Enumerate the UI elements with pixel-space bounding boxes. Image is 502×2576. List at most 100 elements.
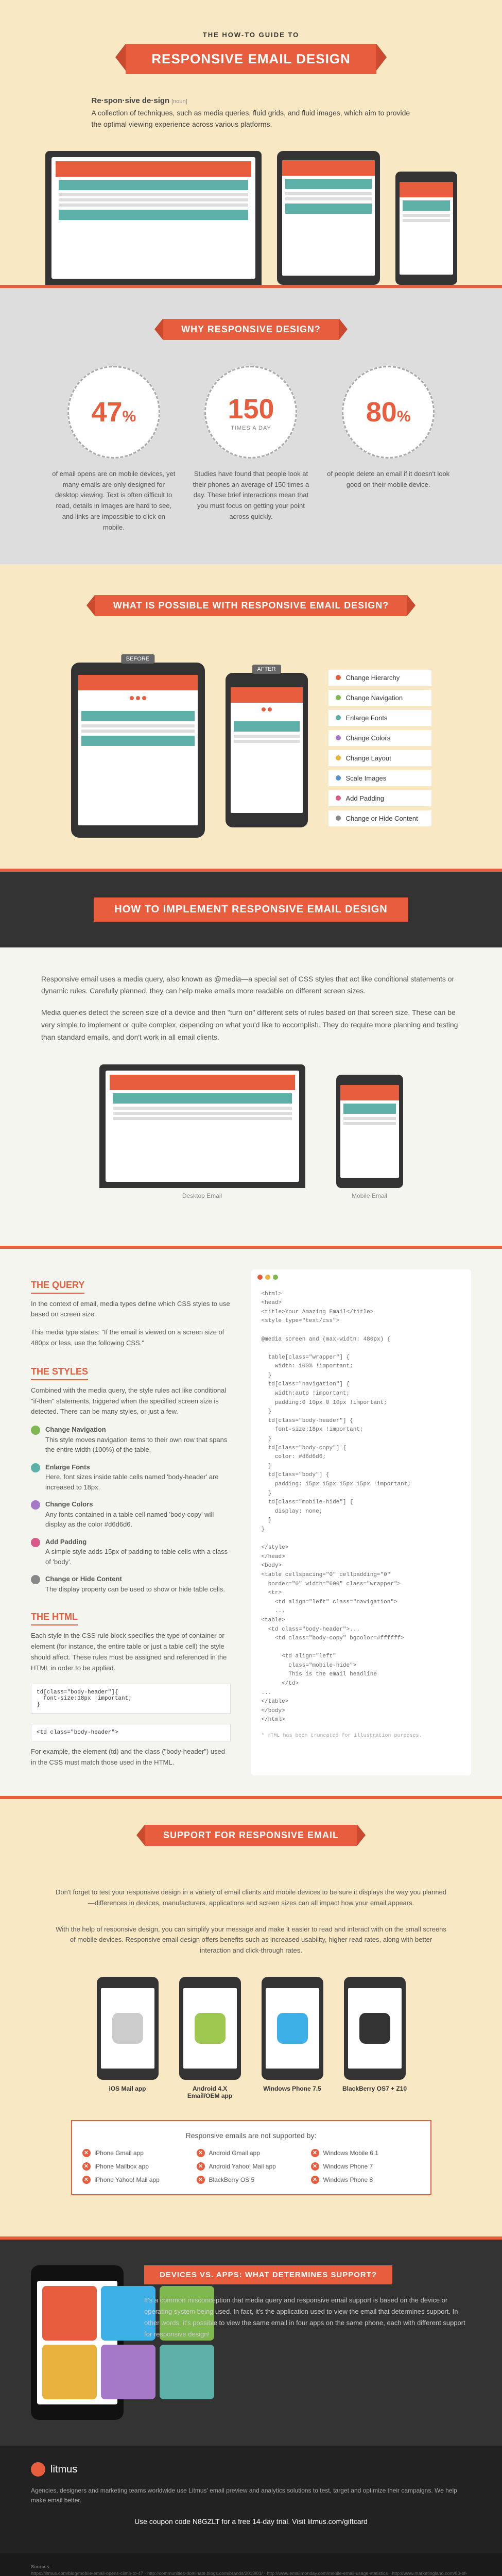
change-item: Change Navigation: [328, 690, 431, 706]
hero-devices: [21, 151, 481, 285]
footer-tagline: Agencies, designers and marketing teams …: [31, 2486, 471, 2505]
ns-item: ✕iPhone Mailbox app: [82, 2162, 192, 2171]
ns-item: ✕Windows Phone 8: [311, 2176, 420, 2184]
ns-item: ✕BlackBerry OS 5: [197, 2176, 306, 2184]
def-term: Re·spon·sive de·sign: [92, 96, 170, 105]
css-snippet-1: td[class="body-header"]{ font-size:18px …: [31, 1684, 231, 1714]
ns-title: Responsive emails are not supported by:: [82, 2131, 420, 2140]
desktop-caption: Desktop Email: [99, 1192, 305, 1199]
x-icon: ✕: [197, 2176, 205, 2184]
x-icon: ✕: [82, 2149, 91, 2157]
mobile-caption: Mobile Email: [336, 1192, 403, 1199]
style-bullet: Change NavigationThis style moves naviga…: [31, 1425, 231, 1455]
implement-section: Responsive email uses a media query, als…: [0, 947, 502, 1246]
html-p1: Each style in the CSS rule block specifi…: [31, 1631, 231, 1673]
stat-item: 47%of email opens are on mobile devices,…: [52, 366, 176, 533]
html-heading: THE HTML: [31, 1612, 78, 1625]
def-type: [noun]: [171, 98, 187, 105]
final-section: DEVICES VS. APPS: WHAT DETERMINES SUPPOR…: [0, 2240, 502, 2446]
css-snippet-2: <td class="body-header">: [31, 1724, 231, 1741]
support-section: SUPPORT FOR RESPONSIVE EMAIL Don't forge…: [0, 1799, 502, 2236]
app-icon: [160, 2345, 214, 2399]
code-block: <html> <head> <title>Your Amazing Email<…: [262, 1290, 461, 1725]
desktop-email-mock: Desktop Email: [99, 1064, 305, 1199]
support-p2: With the help of responsive design, you …: [56, 1924, 447, 1956]
impl-p1: Responsive email uses a media query, als…: [41, 973, 461, 998]
style-bullet: Add PaddingA simple style adds 15px of p…: [31, 1537, 231, 1567]
ns-item: ✕iPhone Gmail app: [82, 2149, 192, 2157]
style-bullet: Change or Hide ContentThe display proper…: [31, 1574, 231, 1594]
after-label: AFTER: [252, 665, 281, 674]
x-icon: ✕: [197, 2149, 205, 2157]
definition-block: Re·spon·sive de·sign [noun] A collection…: [92, 95, 411, 130]
def-body: A collection of techniques, such as medi…: [92, 109, 410, 128]
query-p1: In the context of email, media types def…: [31, 1299, 231, 1320]
window-controls-icon: [257, 1275, 278, 1280]
litmus-logo-icon: [31, 2462, 45, 2477]
possible-section: WHAT IS POSSIBLE WITH RESPONSIVE EMAIL D…: [0, 564, 502, 869]
why-title: WHY RESPONSIVE DESIGN?: [163, 319, 339, 340]
ns-item: ✕Android Gmail app: [197, 2149, 306, 2157]
main-title-banner: RESPONSIVE EMAIL DESIGN: [126, 44, 376, 74]
eyebrow: THE HOW-TO GUIDE TO: [21, 31, 481, 39]
ns-item: ✕Windows Phone 7: [311, 2162, 420, 2171]
style-bullet: Enlarge FontsHere, font sizes inside tab…: [31, 1462, 231, 1493]
ns-item: ✕Windows Mobile 6.1: [311, 2149, 420, 2157]
footer: litmus Agencies, designers and marketing…: [0, 2446, 502, 2553]
os-phone: iOS Mail app: [94, 1977, 161, 2099]
not-supported-box: Responsive emails are not supported by: …: [71, 2120, 431, 2195]
code-note: * HTML has been truncated for illustrati…: [262, 1732, 461, 1740]
x-icon: ✕: [82, 2162, 91, 2171]
change-item: Scale Images: [328, 770, 431, 786]
os-phone: BlackBerry OS7 + Z10: [341, 1977, 408, 2099]
desktop-device-icon: [45, 151, 262, 285]
html-p2: For example, the element (td) and the cl…: [31, 1747, 231, 1768]
sources-list: https://litmus.com/blog/mobile-email-ope…: [31, 2570, 471, 2576]
query-p2: This media type states: "If the email is…: [31, 1327, 231, 1349]
change-item: Enlarge Fonts: [328, 710, 431, 726]
brand-name: litmus: [50, 2461, 77, 2478]
app-icon: [42, 2345, 97, 2399]
change-item: Change Hierarchy: [328, 670, 431, 686]
coupon-text: Use coupon code N8GZLT for a free 14-day…: [31, 2516, 471, 2527]
x-icon: ✕: [311, 2149, 319, 2157]
why-section: WHY RESPONSIVE DESIGN? 47%of email opens…: [0, 288, 502, 564]
app-icon: [101, 2345, 155, 2399]
change-item: Change Colors: [328, 730, 431, 746]
change-list: Change Hierarchy Change Navigation Enlarge…: [328, 670, 431, 831]
stat-item: 150TIMES A DAYStudies have found that pe…: [189, 366, 313, 533]
before-label: BEFORE: [121, 654, 154, 664]
x-icon: ✕: [82, 2176, 91, 2184]
os-phone: Android 4.X Email/OEM app: [177, 1977, 244, 2099]
before-tablet-icon: BEFORE: [71, 663, 205, 838]
os-phone: Windows Phone 7.5: [259, 1977, 326, 2099]
support-p1: Don't forget to test your responsive des…: [56, 1887, 447, 1909]
app-grid-phone-icon: [31, 2265, 124, 2420]
implement-header: HOW TO IMPLEMENT RESPONSIVE EMAIL DESIGN: [0, 872, 502, 947]
hero-section: THE HOW-TO GUIDE TO RESPONSIVE EMAIL DES…: [0, 0, 502, 285]
ns-item: ✕Android Yahoo! Mail app: [197, 2162, 306, 2171]
x-icon: ✕: [311, 2162, 319, 2171]
after-phone-icon: AFTER: [226, 673, 308, 827]
code-section: THE QUERY In the context of email, media…: [0, 1249, 502, 1796]
change-item: Change Layout: [328, 750, 431, 766]
x-icon: ✕: [197, 2162, 205, 2171]
styles-heading: THE STYLES: [31, 1366, 88, 1380]
tablet-device-icon: [277, 151, 380, 285]
style-bullet: Change ColorsAny fonts contained in a ta…: [31, 1499, 231, 1530]
final-text: It's a common misconception that media q…: [144, 2295, 471, 2340]
change-item: Change or Hide Content: [328, 810, 431, 826]
sources: Sources: https://litmus.com/blog/mobile-…: [0, 2553, 502, 2576]
stats-row: 47%of email opens are on mobile devices,…: [45, 366, 457, 533]
sources-label: Sources:: [31, 2564, 51, 2569]
stat-item: 80%of people delete an email if it doesn…: [326, 366, 450, 533]
query-heading: THE QUERY: [31, 1280, 84, 1294]
possible-title: WHAT IS POSSIBLE WITH RESPONSIVE EMAIL D…: [95, 595, 407, 616]
implement-title: HOW TO IMPLEMENT RESPONSIVE EMAIL DESIGN: [94, 897, 408, 922]
change-item: Add Padding: [328, 790, 431, 806]
final-title: DEVICES VS. APPS: WHAT DETERMINES SUPPOR…: [144, 2265, 392, 2284]
support-title: SUPPORT FOR RESPONSIVE EMAIL: [145, 1825, 357, 1846]
os-row: iOS Mail appAndroid 4.X Email/OEM appWin…: [31, 1977, 471, 2099]
phone-device-icon: [395, 172, 457, 285]
code-window: <html> <head> <title>Your Amazing Email<…: [251, 1269, 472, 1775]
